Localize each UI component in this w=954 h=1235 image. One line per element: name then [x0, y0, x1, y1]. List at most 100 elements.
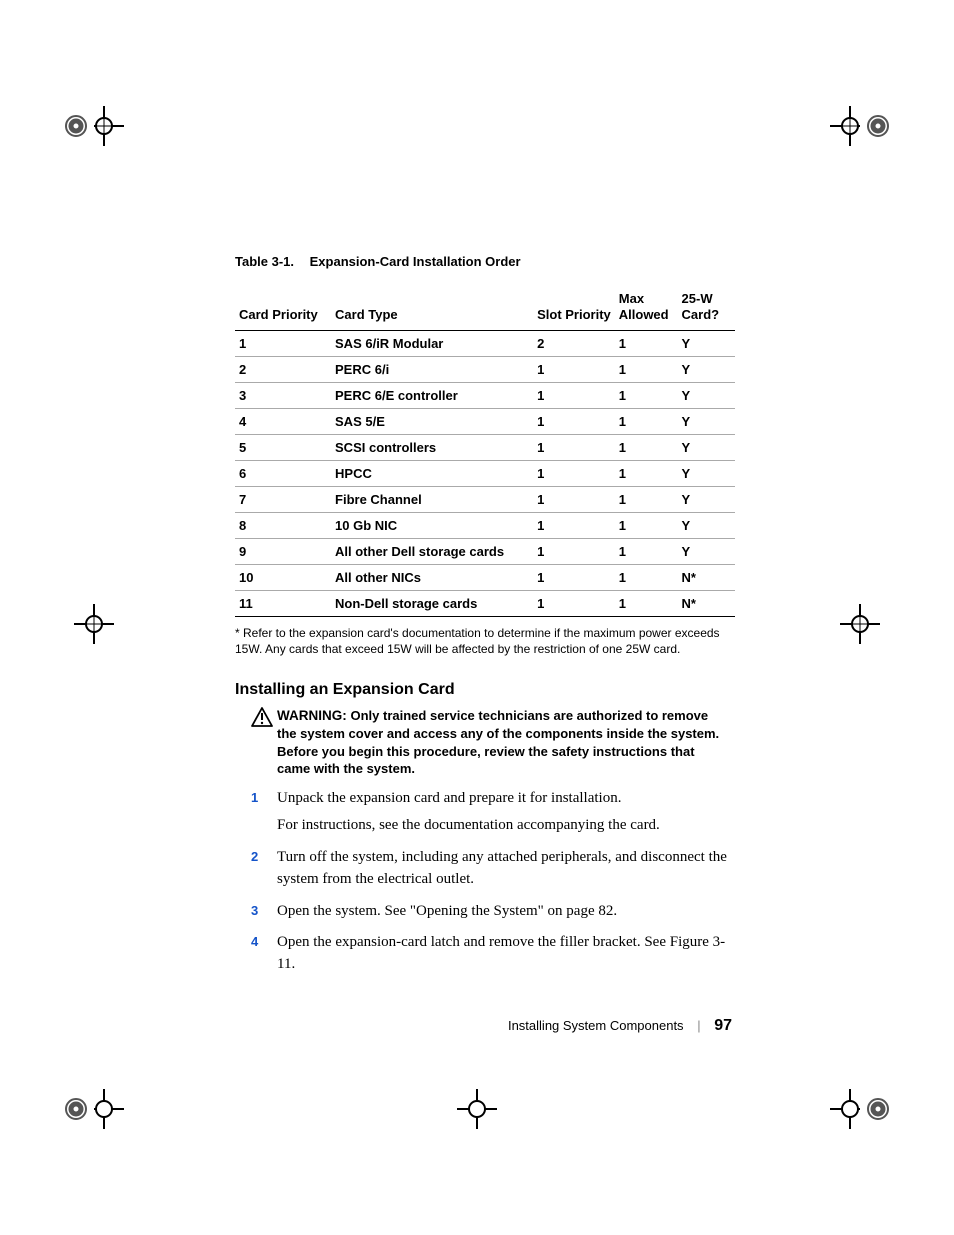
table-row: 4SAS 5/E11Y [235, 408, 735, 434]
table-cell-ct: Fibre Channel [331, 486, 533, 512]
th-25w-card: 25-W Card? [678, 287, 735, 330]
table-cell-w: Y [678, 434, 735, 460]
footer-section: Installing System Components [508, 1018, 684, 1033]
table-cell-sp: 1 [533, 512, 615, 538]
table-footnote: * Refer to the expansion card's document… [235, 625, 735, 657]
table-cell-w: Y [678, 538, 735, 564]
table-caption-text: Expansion-Card Installation Order [310, 254, 521, 269]
steps-list: 1 Unpack the expansion card and prepare i… [235, 788, 735, 976]
table-cell-ct: SAS 6/iR Modular [331, 330, 533, 356]
table-cell-ma: 1 [615, 538, 678, 564]
table-cell-sp: 1 [533, 460, 615, 486]
page-number: 97 [714, 1017, 732, 1034]
table-cell-cp: 10 [235, 564, 331, 590]
page-footer: Installing System Components | 97 [508, 1017, 732, 1035]
table-cell-cp: 6 [235, 460, 331, 486]
table-cell-ma: 1 [615, 460, 678, 486]
step-text: Turn off the system, including any attac… [277, 849, 727, 887]
warning-block: WARNING: Only trained service technician… [251, 707, 735, 778]
table-cell-cp: 3 [235, 382, 331, 408]
table-cell-w: Y [678, 408, 735, 434]
crop-mark-icon [64, 594, 124, 654]
table-cell-cp: 4 [235, 408, 331, 434]
table-cell-sp: 1 [533, 538, 615, 564]
table-cell-cp: 11 [235, 590, 331, 616]
table-cell-w: N* [678, 590, 735, 616]
warning-label: WARNING: [277, 708, 351, 723]
table-cell-ct: HPCC [331, 460, 533, 486]
th-max-allowed: Max Allowed [615, 287, 678, 330]
step-number: 1 [251, 789, 258, 808]
table-cell-ma: 1 [615, 564, 678, 590]
step-text: Open the system. See "Opening the System… [277, 903, 617, 919]
step-item: 4 Open the expansion-card latch and remov… [235, 932, 735, 976]
step-text: Open the expansion-card latch and remove… [277, 934, 725, 972]
table-cell-cp: 8 [235, 512, 331, 538]
crop-mark-icon [830, 96, 890, 156]
warning-icon [251, 707, 273, 732]
step-subtext: For instructions, see the documentation … [277, 815, 735, 837]
step-number: 2 [251, 848, 258, 867]
step-number: 4 [251, 933, 258, 952]
step-text: Unpack the expansion card and prepare it… [277, 790, 621, 806]
crop-mark-icon [447, 1079, 507, 1139]
table-cell-ma: 1 [615, 382, 678, 408]
step-item: 3 Open the system. See "Opening the Syste… [235, 901, 735, 923]
table-caption: Table 3-1. Expansion-Card Installation O… [235, 254, 735, 269]
table-cell-ma: 1 [615, 512, 678, 538]
table-cell-sp: 2 [533, 330, 615, 356]
table-cell-ma: 1 [615, 486, 678, 512]
table-cell-sp: 1 [533, 564, 615, 590]
table-row: 1SAS 6/iR Modular21Y [235, 330, 735, 356]
table-cell-ct: Non-Dell storage cards [331, 590, 533, 616]
table-row: 5SCSI controllers11Y [235, 434, 735, 460]
table-row: 810 Gb NIC11Y [235, 512, 735, 538]
step-number: 3 [251, 902, 258, 921]
table-cell-ct: PERC 6/i [331, 356, 533, 382]
th-card-priority: Card Priority [235, 287, 331, 330]
table-row: 6HPCC11Y [235, 460, 735, 486]
table-cell-w: Y [678, 356, 735, 382]
table-cell-ct: SCSI controllers [331, 434, 533, 460]
table-cell-cp: 5 [235, 434, 331, 460]
table-cell-sp: 1 [533, 408, 615, 434]
table-cell-ma: 1 [615, 408, 678, 434]
table-cell-sp: 1 [533, 434, 615, 460]
table-header-row: Card Priority Card Type Slot Priority Ma… [235, 287, 735, 330]
section-heading: Installing an Expansion Card [235, 681, 735, 699]
table-cell-ma: 1 [615, 356, 678, 382]
table-cell-w: N* [678, 564, 735, 590]
step-item: 2 Turn off the system, including any atta… [235, 847, 735, 891]
table-cell-sp: 1 [533, 356, 615, 382]
table-cell-w: Y [678, 330, 735, 356]
table-cell-ma: 1 [615, 590, 678, 616]
table-cell-w: Y [678, 460, 735, 486]
table-cell-w: Y [678, 512, 735, 538]
crop-mark-icon [64, 1079, 124, 1139]
table-cell-cp: 9 [235, 538, 331, 564]
table-cell-cp: 1 [235, 330, 331, 356]
crop-mark-icon [64, 96, 124, 156]
table-row: 7Fibre Channel11Y [235, 486, 735, 512]
table-cell-sp: 1 [533, 590, 615, 616]
warning-text: WARNING: Only trained service technician… [277, 707, 729, 778]
footer-separator: | [697, 1018, 700, 1033]
expansion-card-table: Card Priority Card Type Slot Priority Ma… [235, 287, 735, 617]
table-cell-w: Y [678, 382, 735, 408]
table-row: 9All other Dell storage cards11Y [235, 538, 735, 564]
table-row: 10All other NICs11N* [235, 564, 735, 590]
table-cell-ma: 1 [615, 434, 678, 460]
table-cell-sp: 1 [533, 486, 615, 512]
th-slot-priority: Slot Priority [533, 287, 615, 330]
table-row: 11Non-Dell storage cards11N* [235, 590, 735, 616]
table-number: Table 3-1. [235, 254, 294, 269]
table-cell-ct: All other Dell storage cards [331, 538, 533, 564]
table-cell-ct: All other NICs [331, 564, 533, 590]
table-cell-cp: 7 [235, 486, 331, 512]
th-card-type: Card Type [331, 287, 533, 330]
table-cell-w: Y [678, 486, 735, 512]
crop-mark-icon [830, 594, 890, 654]
table-row: 3PERC 6/E controller11Y [235, 382, 735, 408]
step-item: 1 Unpack the expansion card and prepare i… [235, 788, 735, 838]
table-cell-cp: 2 [235, 356, 331, 382]
